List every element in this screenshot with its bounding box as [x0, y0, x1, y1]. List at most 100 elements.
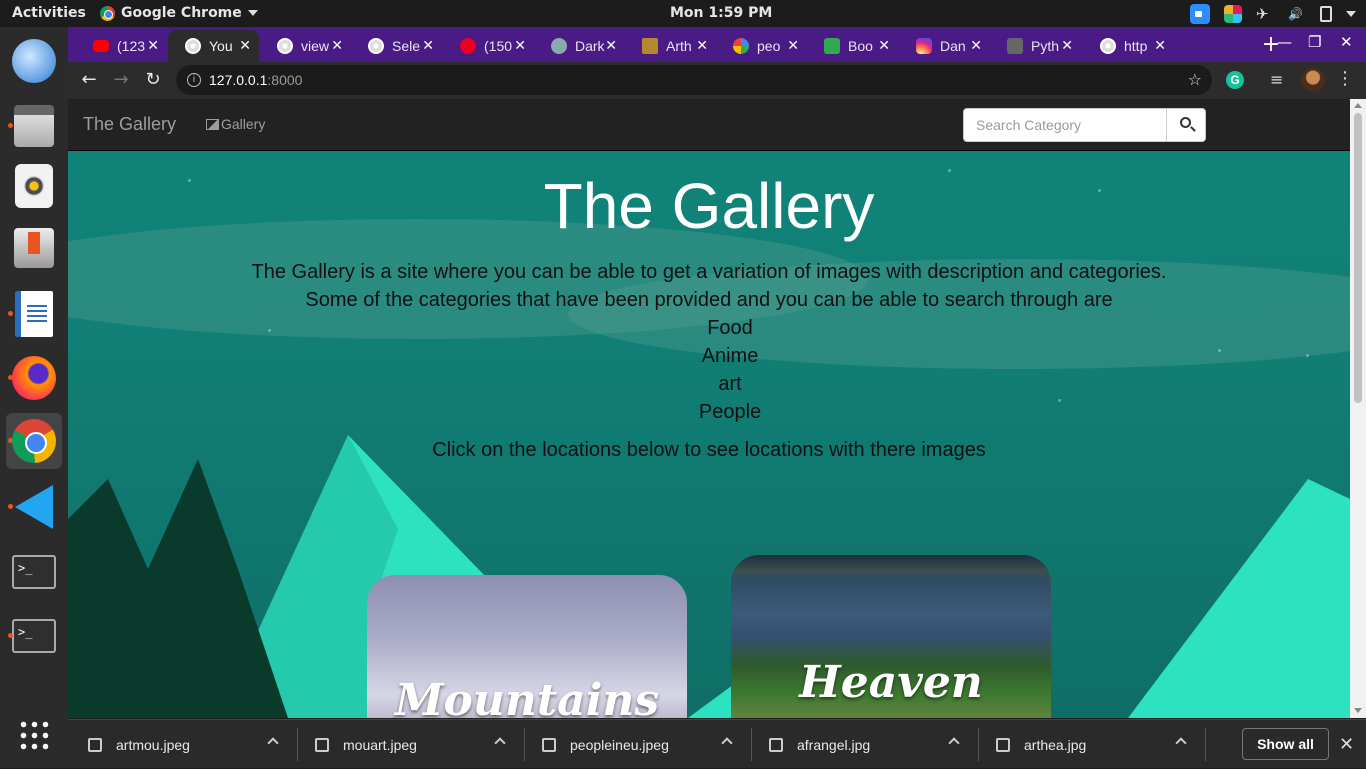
- tab-http[interactable]: http ✕: [1083, 30, 1174, 62]
- nav-gallery-link[interactable]: Gallery: [206, 116, 265, 132]
- zoom-icon[interactable]: [1190, 3, 1210, 24]
- info-icon[interactable]: i: [187, 73, 201, 87]
- download-filename: mouart.jpeg: [343, 736, 417, 753]
- tab-pinterest[interactable]: (150 ✕: [443, 30, 534, 62]
- download-item[interactable]: arthea.jpg: [996, 720, 1086, 769]
- tab-view[interactable]: view ✕: [260, 30, 351, 62]
- close-icon[interactable]: ✕: [331, 37, 343, 54]
- close-icon[interactable]: ✕: [422, 37, 434, 54]
- avatar[interactable]: [1301, 68, 1325, 92]
- close-window-button[interactable]: ✕: [1340, 33, 1353, 51]
- globe-icon: [1100, 38, 1116, 54]
- close-icon[interactable]: ✕: [1339, 734, 1354, 755]
- dock-software-updater[interactable]: [6, 220, 62, 276]
- dock-terminal-2[interactable]: >_: [6, 608, 62, 664]
- activities-button[interactable]: Activities: [12, 5, 86, 21]
- file-icon: [996, 737, 1010, 752]
- tab-python[interactable]: Pyth ✕: [990, 30, 1081, 62]
- close-icon[interactable]: ✕: [970, 37, 982, 54]
- url-text[interactable]: 127.0.0.1:8000: [209, 72, 302, 88]
- location-card-mountains[interactable]: Mountains: [367, 575, 687, 718]
- chevron-up-icon[interactable]: [494, 737, 506, 749]
- page-title: The Gallery: [543, 170, 875, 242]
- app-menu[interactable]: Google Chrome: [100, 5, 258, 21]
- picture-icon: [206, 118, 219, 130]
- dock-firefox[interactable]: [6, 350, 62, 406]
- show-applications-button[interactable]: [6, 707, 62, 763]
- scroll-up-arrow-icon[interactable]: [1354, 103, 1362, 108]
- dock-writer[interactable]: [6, 286, 62, 342]
- search-button[interactable]: [1166, 108, 1206, 142]
- intro-text-2: Some of the categories that have been pr…: [305, 289, 1113, 311]
- dock-terminal-1[interactable]: >_: [6, 544, 62, 600]
- forward-button[interactable]: →: [109, 68, 133, 92]
- search-category-input[interactable]: [963, 108, 1167, 142]
- tab-boo[interactable]: Boo ✕: [807, 30, 898, 62]
- minimize-button[interactable]: —: [1277, 33, 1292, 51]
- bookmark-star-icon[interactable]: ☆: [1188, 70, 1202, 89]
- tab-active[interactable]: You ✕: [168, 30, 259, 62]
- web-page: The Gallery Gallery The Gallery The Gall…: [68, 99, 1350, 718]
- tab-youtube[interactable]: (123 ✕: [76, 30, 167, 62]
- close-icon[interactable]: ✕: [1154, 37, 1166, 54]
- tab-instagram[interactable]: Dan ✕: [899, 30, 990, 62]
- boo-icon: [824, 38, 840, 54]
- file-icon: [315, 737, 329, 752]
- tab-google[interactable]: peo ✕: [716, 30, 807, 62]
- file-icon: [542, 737, 556, 752]
- back-button[interactable]: ←: [77, 68, 101, 92]
- grammarly-icon[interactable]: G: [1226, 71, 1244, 89]
- reload-button[interactable]: ↻: [141, 68, 165, 92]
- divider: [1205, 728, 1206, 761]
- close-icon[interactable]: ✕: [878, 37, 890, 54]
- scroll-down-arrow-icon[interactable]: [1354, 708, 1362, 713]
- download-item[interactable]: artmou.jpeg: [88, 720, 190, 769]
- close-icon[interactable]: ✕: [239, 37, 251, 54]
- media-queue-icon[interactable]: ≡: [1270, 70, 1283, 89]
- close-icon[interactable]: ✕: [787, 37, 799, 54]
- tab-arth[interactable]: Arth ✕: [625, 30, 716, 62]
- locations-prompt: Click on the locations below to see loca…: [432, 439, 986, 461]
- site-navbar: The Gallery Gallery: [68, 99, 1350, 151]
- dock-files[interactable]: [6, 98, 62, 154]
- close-icon[interactable]: ✕: [514, 37, 526, 54]
- close-icon[interactable]: ✕: [696, 37, 708, 54]
- running-indicator: [8, 123, 13, 128]
- slack-icon[interactable]: [1224, 4, 1242, 23]
- close-icon[interactable]: ✕: [147, 37, 159, 54]
- chevron-up-icon[interactable]: [721, 737, 733, 749]
- show-all-button[interactable]: Show all: [1242, 728, 1329, 760]
- chevron-down-icon[interactable]: [1346, 10, 1356, 17]
- volume-icon[interactable]: [1288, 7, 1306, 21]
- clock[interactable]: Mon 1:59 PM: [670, 5, 772, 21]
- dock-vscode[interactable]: [6, 479, 62, 535]
- dock-rhythmbox[interactable]: [6, 158, 62, 214]
- download-item[interactable]: mouart.jpeg: [315, 720, 417, 769]
- dock-thunderbird[interactable]: [6, 33, 62, 89]
- chevron-up-icon[interactable]: [267, 737, 279, 749]
- airplane-mode-icon[interactable]: [1256, 5, 1274, 23]
- tab-sele[interactable]: Sele ✕: [351, 30, 442, 62]
- category-item: art: [718, 373, 742, 395]
- tab-dark[interactable]: Dark ✕: [534, 30, 625, 62]
- system-tray[interactable]: [1190, 3, 1356, 24]
- download-item[interactable]: afrangel.jpg: [769, 720, 870, 769]
- dock-chrome[interactable]: [6, 413, 62, 469]
- download-item[interactable]: peopleineu.jpeg: [542, 720, 669, 769]
- close-icon[interactable]: ✕: [605, 37, 617, 54]
- running-indicator: [8, 633, 13, 638]
- maximize-button[interactable]: ❐: [1308, 33, 1321, 51]
- address-bar[interactable]: i 127.0.0.1:8000 ☆: [176, 65, 1212, 95]
- book-icon: [642, 38, 658, 54]
- location-card-heaven[interactable]: Heaven: [731, 555, 1051, 718]
- battery-icon[interactable]: [1320, 5, 1332, 22]
- page-scrollbar[interactable]: [1350, 99, 1366, 718]
- chevron-up-icon[interactable]: [1175, 737, 1187, 749]
- chevron-up-icon[interactable]: [948, 737, 960, 749]
- kebab-menu-icon[interactable]: ⋮: [1336, 68, 1354, 89]
- site-brand[interactable]: The Gallery: [83, 114, 176, 135]
- scrollbar-thumb[interactable]: [1354, 113, 1362, 403]
- intro-text-1: The Gallery is a site where you can be a…: [251, 261, 1167, 283]
- software-updater-icon: [14, 228, 54, 268]
- close-icon[interactable]: ✕: [1061, 37, 1073, 54]
